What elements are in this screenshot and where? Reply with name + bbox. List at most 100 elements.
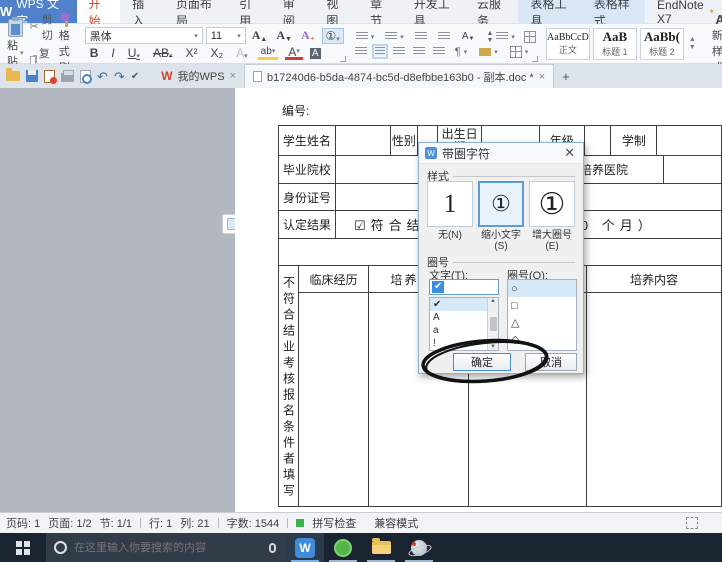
circle-list[interactable]: ○ □ △ ◇	[507, 279, 577, 351]
bold-button[interactable]: B	[87, 46, 102, 60]
cancel-button[interactable]: 取消	[525, 353, 577, 371]
cell-blank[interactable]	[299, 293, 369, 506]
cell-blank[interactable]	[657, 126, 721, 155]
status-spellcheck[interactable]: 拼写检查	[312, 515, 356, 531]
tab-table-style[interactable]: 表格样式	[582, 0, 645, 23]
dialog-title-bar[interactable]: W 带圈字符 ✕	[419, 143, 583, 164]
taskbar-planet-app[interactable]	[400, 533, 438, 562]
tab-insert[interactable]: 插入	[120, 0, 164, 23]
cell-content-header[interactable]: 培养内容	[587, 266, 721, 292]
subscript-button[interactable]: X₂	[207, 46, 226, 60]
style-normal[interactable]: AaBbCcD 正文	[546, 28, 590, 60]
taskbar-search[interactable]	[46, 533, 286, 562]
align-left-button[interactable]	[355, 47, 367, 56]
paste-button[interactable]: 粘贴 ▾	[3, 19, 28, 69]
style-option-none[interactable]: 1	[427, 181, 473, 227]
tab-table-tools[interactable]: 表格工具	[518, 0, 581, 23]
cell-vertical-note[interactable]: 不符合结业考核报名条件者填写	[279, 266, 299, 506]
draw-table-icon[interactable]	[524, 31, 536, 43]
tab-view[interactable]: 视图	[314, 0, 358, 23]
taskbar-security-app[interactable]	[324, 533, 362, 562]
scroll-up-icon[interactable]: ▲	[490, 298, 496, 304]
cell-result-label[interactable]: 认定结果	[279, 211, 336, 238]
superscript-button[interactable]: X²	[182, 46, 200, 60]
cell-experience-header[interactable]: 临床经历	[299, 266, 369, 292]
phonetic-guide-button[interactable]: A✦	[298, 28, 319, 43]
tab-my-wps[interactable]: W 我的WPS ×	[153, 64, 244, 88]
tab-review[interactable]: 审阅	[271, 0, 315, 23]
style-heading2[interactable]: AaBb( 标题 2	[640, 28, 684, 60]
decrease-indent-button[interactable]	[413, 32, 429, 41]
list-item[interactable]: ○	[508, 280, 576, 297]
select-objects-icon[interactable]	[686, 517, 698, 529]
style-heading1[interactable]: AaB 标题 1	[593, 28, 637, 60]
cell-blank[interactable]	[585, 126, 612, 155]
align-right-button[interactable]	[393, 47, 405, 56]
scroll-down-icon[interactable]: ▼	[689, 44, 696, 51]
highlight-button[interactable]: ab▾	[258, 47, 279, 60]
cell-blank[interactable]	[587, 293, 721, 506]
style-option-shrink-text[interactable]: ①	[478, 181, 524, 227]
underline-button[interactable]: U▾	[125, 46, 143, 60]
list-item[interactable]: a	[430, 324, 487, 337]
strikethrough-button[interactable]: AB▾	[150, 46, 176, 60]
list-item[interactable]: □	[508, 297, 576, 314]
borders-button[interactable]: ▾	[508, 46, 531, 58]
scrollbar[interactable]: ▲ ▼	[487, 298, 498, 350]
shrink-font-button[interactable]: A▼	[273, 28, 295, 43]
cell-id-label[interactable]: 身份证号	[279, 184, 336, 210]
styles-scroll[interactable]: ▲ ▼	[687, 36, 698, 51]
numbering-button[interactable]: ▾	[383, 32, 406, 41]
enclose-characters-button[interactable]: ①▾	[322, 28, 344, 44]
scroll-up-icon[interactable]: ▲	[689, 36, 696, 43]
list-item[interactable]: !	[430, 337, 487, 350]
font-dialog-launcher-icon[interactable]	[340, 56, 346, 62]
italic-button[interactable]: I	[108, 46, 117, 60]
distribute-button[interactable]	[433, 47, 445, 56]
open-file-icon[interactable]	[6, 71, 20, 81]
redo-icon[interactable]: ↷	[114, 70, 125, 83]
font-name-combo[interactable]: 黑体 ▾	[85, 27, 203, 44]
text-list[interactable]: ✔ A a ! ▲ ▼	[429, 297, 499, 351]
cell-blank[interactable]	[664, 156, 721, 183]
cell-student-name-label[interactable]: 学生姓名	[279, 126, 336, 155]
tab-home[interactable]: 开始	[77, 0, 121, 23]
bullets-button[interactable]: ▾	[354, 32, 377, 41]
style-option-enlarge-circle[interactable]: ①	[529, 181, 575, 227]
character-shading-button[interactable]: A	[310, 48, 321, 59]
text-input[interactable]: ✔	[429, 279, 499, 295]
tab-cloud[interactable]: 云服务	[465, 0, 518, 23]
cell-gender-label[interactable]: 性别	[391, 126, 419, 155]
document-area[interactable]: ▾ 编号: 学生姓名 性别 出生日期 年级 学制 毕业院校 培养医院	[0, 88, 722, 512]
justify-button[interactable]	[413, 47, 425, 56]
font-size-combo[interactable]: 11 ▾	[206, 27, 246, 44]
customize-toolbar-icon[interactable]: ✔	[131, 71, 139, 82]
line-spacing-button[interactable]: ▲▼▾	[484, 30, 516, 44]
font-color-button[interactable]: A▾	[285, 47, 303, 60]
cut-button[interactable]: ✂ 剪切	[28, 11, 55, 43]
list-item[interactable]: ◇	[508, 331, 576, 348]
undo-icon[interactable]: ↶	[97, 70, 108, 83]
search-input[interactable]	[74, 542, 262, 554]
shading-button[interactable]: ▾	[477, 48, 500, 56]
print-icon[interactable]	[61, 73, 74, 82]
ok-button[interactable]: 确定	[453, 353, 511, 371]
save-icon[interactable]	[26, 70, 38, 82]
increase-indent-button[interactable]	[436, 32, 452, 41]
tab-document[interactable]: b17240d6-b5da-4874-bc5d-d8efbbe163b0 - 副…	[244, 64, 554, 88]
paragraph-layout-button[interactable]: ¶▾	[453, 46, 469, 58]
text-effects-button[interactable]: A▾	[233, 46, 251, 60]
paragraph-dialog-launcher-icon[interactable]	[532, 56, 538, 62]
character-scale-button[interactable]: A▼	[459, 31, 478, 42]
microphone-icon[interactable]	[269, 543, 276, 553]
tab-references[interactable]: 引用	[227, 0, 271, 23]
close-icon[interactable]: ×	[539, 71, 545, 83]
tab-developer[interactable]: 开发工具	[402, 0, 465, 23]
taskbar-file-explorer[interactable]	[362, 533, 400, 562]
print-preview-icon[interactable]	[80, 70, 91, 83]
list-item[interactable]: A	[430, 311, 487, 324]
scrollbar-thumb[interactable]	[490, 317, 497, 331]
tab-page-layout[interactable]: 页面布局	[164, 0, 227, 23]
cell-duration-label[interactable]: 学制	[611, 126, 657, 155]
start-button[interactable]	[0, 533, 46, 562]
